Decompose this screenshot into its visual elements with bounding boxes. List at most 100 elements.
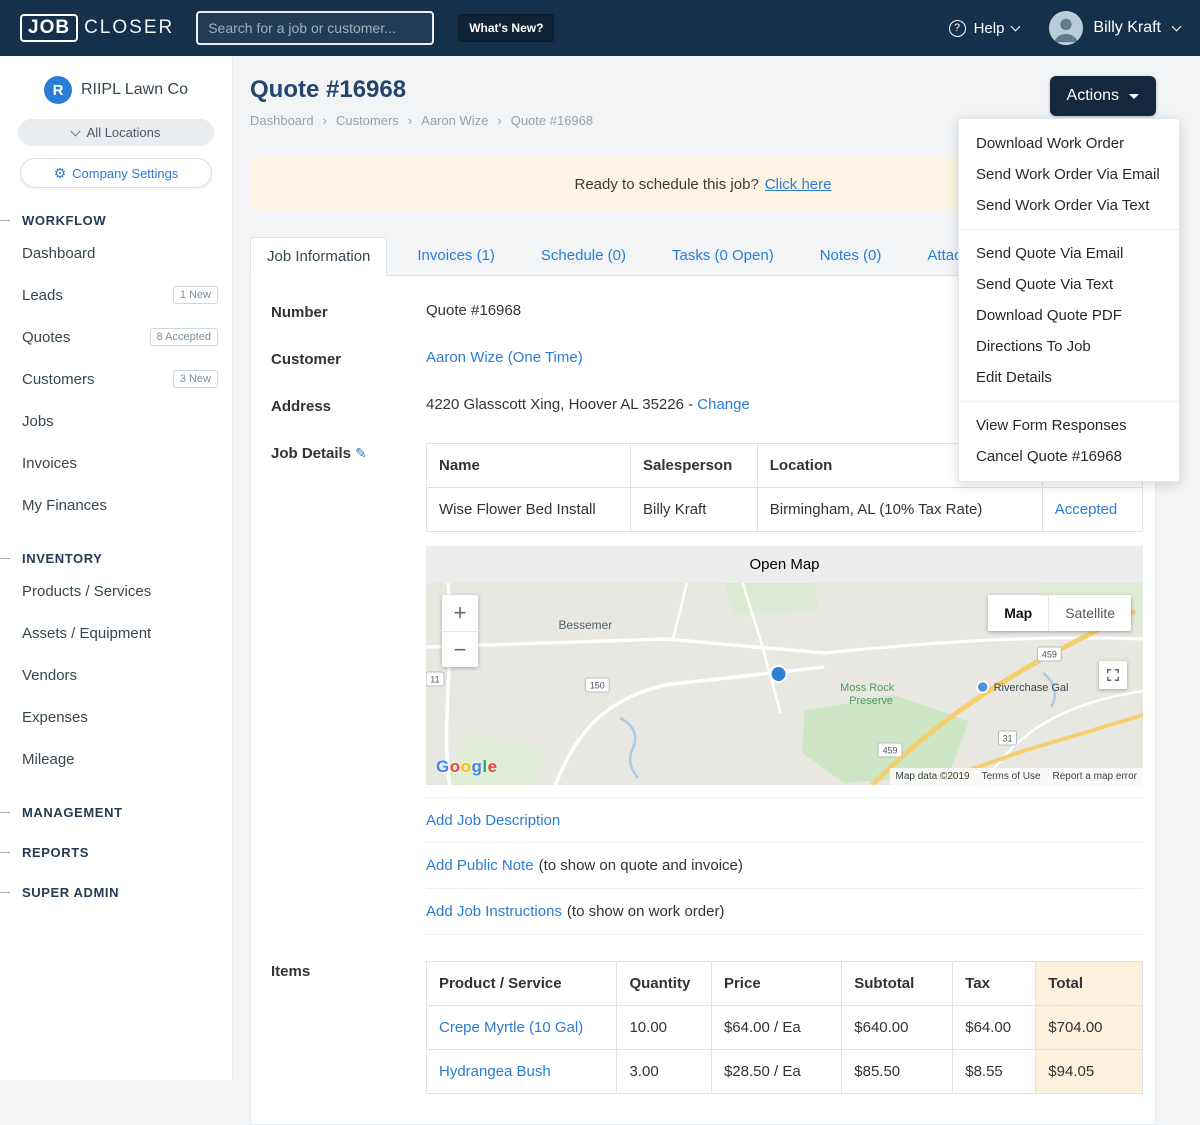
job-status[interactable]: Accepted: [1041, 487, 1144, 532]
chevron-down-icon: [1010, 21, 1021, 32]
items-table: Product / Service Quantity Price Subtota…: [425, 961, 1143, 1094]
svg-text:11: 11: [430, 674, 439, 684]
company-settings-label: Company Settings: [72, 165, 179, 181]
satellite-view-button[interactable]: Satellite: [1048, 595, 1131, 631]
user-avatar[interactable]: [1049, 11, 1084, 45]
section-super-admin[interactable]: SUPER ADMIN: [0, 885, 232, 900]
address-label: Address: [271, 398, 332, 415]
menu-item-send-work-order-email[interactable]: Send Work Order Via Email: [959, 159, 1179, 190]
company-logo: R: [43, 76, 72, 104]
sidebar-item-vendors[interactable]: Vendors: [0, 654, 232, 696]
section-title: WORKFLOW: [22, 213, 107, 228]
address-value: 4220 Glasscott Xing, Hoover AL 35226 -: [426, 396, 694, 413]
sidebar-item-quotes[interactable]: Quotes 8 Accepted: [0, 316, 232, 358]
pencil-edit-icon[interactable]: ✎: [355, 445, 367, 461]
add-job-description-row: Add Job Description: [426, 797, 1143, 843]
customer-link[interactable]: Aaron Wize (One Time): [426, 349, 583, 366]
col-tax: Tax: [952, 961, 1037, 1006]
col-total: Total: [1035, 961, 1143, 1006]
section-dash: [0, 558, 10, 559]
sidebar-item-dashboard[interactable]: Dashboard: [0, 232, 232, 274]
sidebar-item-expenses[interactable]: Expenses: [0, 696, 232, 738]
menu-item-download-work-order[interactable]: Download Work Order: [959, 128, 1179, 159]
map[interactable]: 11 150 459 31 459 Bessemer Moss Rock Pre…: [426, 583, 1143, 785]
menu-item-directions-to-job[interactable]: Directions To Job: [959, 331, 1179, 362]
report-map-error-link[interactable]: Report a map error: [1053, 771, 1137, 782]
svg-text:459: 459: [1042, 649, 1057, 659]
breadcrumb-customer[interactable]: Aaron Wize: [421, 113, 488, 128]
item-product-link[interactable]: Hydrangea Bush: [439, 1063, 551, 1080]
menu-item-view-form-responses[interactable]: View Form Responses: [959, 410, 1179, 441]
menu-item-cancel-quote[interactable]: Cancel Quote #16968: [959, 441, 1179, 472]
tab-invoices[interactable]: Invoices (1): [401, 237, 511, 275]
company-header: R RIIPL Lawn Co: [0, 76, 232, 104]
logo-job: JOB: [20, 14, 79, 42]
menu-item-send-quote-text[interactable]: Send Quote Via Text: [959, 269, 1179, 300]
company-settings-button[interactable]: ⚙ Company Settings: [20, 158, 212, 188]
item-price: $28.50 / Ea: [710, 1049, 843, 1094]
app-logo[interactable]: JOB CLOSER: [20, 14, 174, 42]
section-reports[interactable]: REPORTS: [0, 845, 232, 860]
help-icon: ?: [948, 19, 966, 37]
sidebar-item-invoices[interactable]: Invoices: [0, 442, 232, 484]
menu-divider: [959, 401, 1179, 402]
menu-item-send-work-order-text[interactable]: Send Work Order Via Text: [959, 190, 1179, 221]
help-menu[interactable]: ? Help: [948, 19, 1021, 37]
sidebar-item-assets-equipment[interactable]: Assets / Equipment: [0, 612, 232, 654]
add-job-instructions-link[interactable]: Add Job Instructions: [426, 903, 562, 920]
add-public-note-link[interactable]: Add Public Note: [426, 857, 534, 874]
terms-of-use-link[interactable]: Terms of Use: [982, 771, 1041, 782]
tab-job-information[interactable]: Job Information: [250, 237, 388, 276]
sidebar-item-label: Mileage: [22, 750, 75, 768]
sidebar-item-label: Expenses: [22, 708, 88, 726]
locations-dropdown[interactable]: All Locations: [18, 119, 214, 146]
actions-dropdown-menu: Download Work Order Send Work Order Via …: [958, 118, 1180, 482]
item-product-link[interactable]: Crepe Myrtle (10 Gal): [439, 1019, 583, 1036]
zoom-out-button[interactable]: −: [442, 631, 478, 667]
chevron-down-icon: [70, 126, 81, 136]
address-change-link[interactable]: Change: [697, 396, 750, 413]
whats-new-button[interactable]: What's New?: [458, 14, 555, 42]
breadcrumb-customers[interactable]: Customers: [336, 113, 399, 128]
section-management[interactable]: MANAGEMENT: [0, 805, 232, 820]
route-shield-31: 31: [998, 730, 1018, 746]
sidebar-item-products-services[interactable]: Products / Services: [0, 570, 232, 612]
section-title: MANAGEMENT: [22, 805, 123, 820]
person-icon: [1049, 11, 1084, 45]
open-map-link[interactable]: Open Map: [749, 556, 819, 573]
chevron-down-icon[interactable]: [1171, 21, 1182, 32]
item-total: $704.00: [1035, 1005, 1143, 1050]
add-public-note-suffix: (to show on quote and invoice): [538, 857, 743, 874]
job-salesperson: Billy Kraft: [630, 487, 758, 532]
add-job-description-link[interactable]: Add Job Description: [426, 812, 560, 829]
tab-tasks[interactable]: Tasks (0 Open): [656, 237, 790, 275]
job-details-row: Job Details ✎ Name Salesperson Location W…: [271, 443, 1144, 935]
menu-item-download-quote-pdf[interactable]: Download Quote PDF: [959, 300, 1179, 331]
sidebar-item-leads[interactable]: Leads 1 New: [0, 274, 232, 316]
section-workflow: WORKFLOW: [0, 213, 232, 228]
map-view-button[interactable]: Map: [988, 595, 1049, 631]
sidebar-item-mileage[interactable]: Mileage: [0, 738, 232, 780]
map-fullscreen-button[interactable]: [1099, 661, 1127, 689]
user-name[interactable]: Billy Kraft: [1093, 19, 1161, 37]
search-input[interactable]: [196, 11, 435, 45]
sidebar-item-label: My Finances: [22, 496, 108, 514]
zoom-in-button[interactable]: +: [442, 595, 478, 631]
items-label: Items: [271, 963, 311, 980]
actions-button[interactable]: Actions: [1049, 76, 1156, 116]
sidebar-item-customers[interactable]: Customers 3 New: [0, 358, 232, 400]
tab-notes[interactable]: Notes (0): [804, 237, 898, 275]
menu-item-send-quote-email[interactable]: Send Quote Via Email: [959, 238, 1179, 269]
breadcrumb-dashboard[interactable]: Dashboard: [250, 113, 314, 128]
tab-schedule[interactable]: Schedule (0): [525, 237, 642, 275]
alert-click-here-link[interactable]: Click here: [765, 176, 832, 193]
section-title: INVENTORY: [22, 551, 103, 566]
svg-text:31: 31: [1003, 733, 1013, 743]
route-shield-459-top: 459: [1036, 646, 1062, 662]
menu-item-edit-details[interactable]: Edit Details: [959, 362, 1179, 393]
top-navbar: JOB CLOSER What's New? ? Help Billy Kraf…: [0, 0, 1200, 56]
sidebar-item-my-finances[interactable]: My Finances: [0, 484, 232, 526]
col-name: Name: [425, 443, 632, 488]
sidebar-item-jobs[interactable]: Jobs: [0, 400, 232, 442]
navbar-right: ? Help Billy Kraft: [948, 11, 1182, 45]
